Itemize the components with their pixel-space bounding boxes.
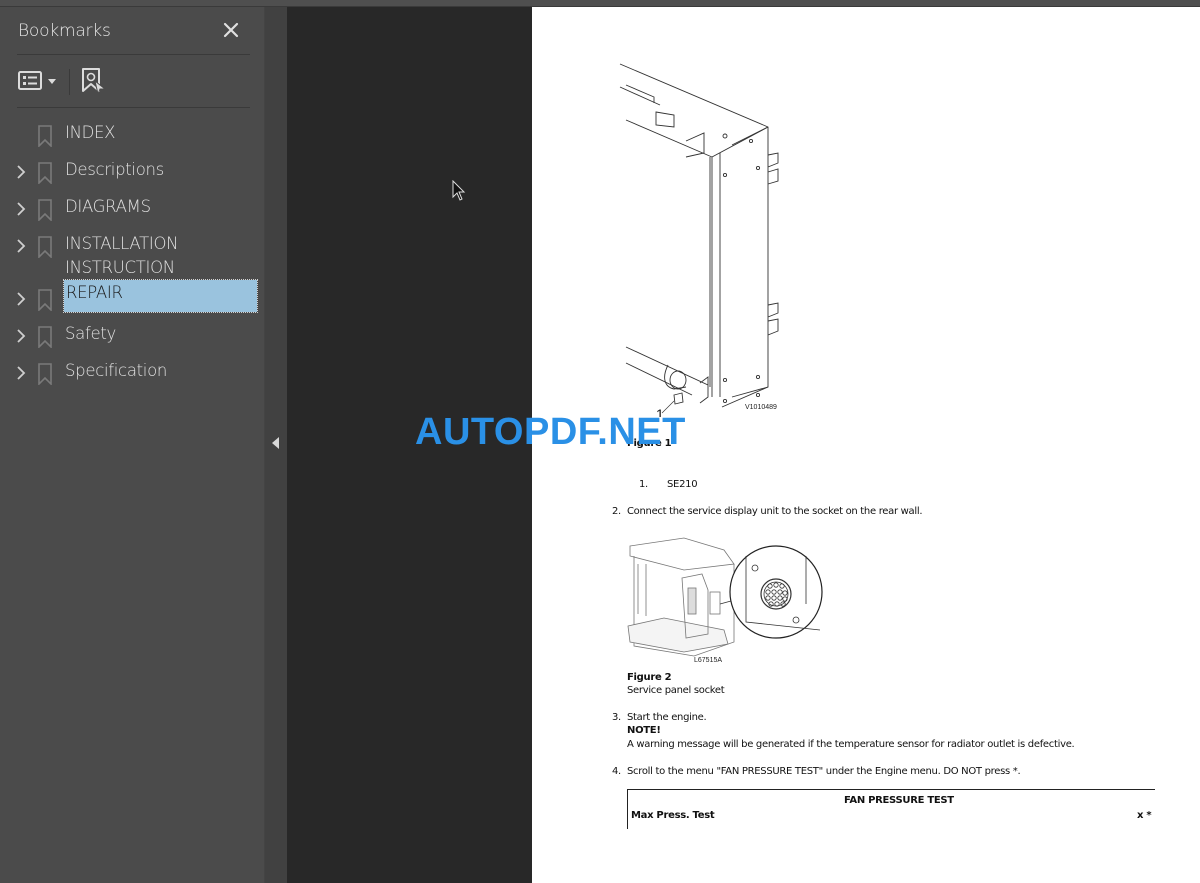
note-label: NOTE! bbox=[627, 725, 661, 736]
bookmark-icon bbox=[38, 199, 52, 222]
bookmark-icon bbox=[38, 162, 52, 185]
bookmark-label: Safety bbox=[65, 324, 116, 343]
step-text: Connect the service display unit to the … bbox=[627, 506, 923, 517]
toolbar-separator bbox=[69, 69, 70, 95]
figure-2-illustration: L67515A bbox=[627, 537, 823, 662]
bookmark-icon bbox=[38, 125, 52, 148]
bookmark-item-diagrams[interactable]: DIAGRAMS bbox=[0, 191, 265, 228]
step-number: 4. bbox=[612, 766, 621, 777]
bookmark-label: Descriptions bbox=[65, 160, 164, 179]
divider bbox=[17, 107, 250, 108]
bookmark-label: REPAIR bbox=[63, 279, 258, 313]
bookmark-item-safety[interactable]: Safety bbox=[0, 318, 265, 355]
bookmark-item-installation-instruction[interactable]: INSTALLATION INSTRUCTION bbox=[0, 228, 265, 281]
chevron-right-icon[interactable] bbox=[14, 291, 28, 307]
bookmark-label: INDEX bbox=[65, 123, 116, 142]
chevron-right-icon[interactable] bbox=[14, 365, 28, 381]
bookmark-item-specification[interactable]: Specification bbox=[0, 355, 265, 392]
top-toolbar-edge bbox=[0, 0, 1200, 7]
bookmark-icon bbox=[38, 236, 52, 259]
figure-1-illustration: 1 V1010489 bbox=[619, 63, 779, 417]
figure-1-code: V1010489 bbox=[745, 404, 777, 411]
bookmark-label: Specification bbox=[65, 361, 168, 380]
mouse-cursor-icon bbox=[452, 180, 466, 201]
bookmark-label-line: INSTRUCTION bbox=[65, 258, 175, 277]
bookmark-list: INDEX Descriptions DIAGRAMS INSTALLATION… bbox=[0, 117, 265, 392]
display-menu-table: FAN PRESSURE TEST Max Press. Test x * bbox=[627, 789, 1155, 829]
step-number: 2. bbox=[612, 506, 621, 517]
chevron-right-icon[interactable] bbox=[14, 201, 28, 217]
chevron-right-icon[interactable] bbox=[14, 164, 28, 180]
find-current-bookmark-button[interactable] bbox=[79, 67, 109, 96]
step-number: 3. bbox=[612, 712, 621, 723]
divider bbox=[17, 54, 250, 55]
collapse-panel-button[interactable] bbox=[265, 7, 287, 883]
bookmark-label: DIAGRAMS bbox=[65, 197, 151, 216]
bookmark-icon bbox=[38, 326, 52, 349]
collapse-left-icon bbox=[272, 437, 279, 449]
list-options-icon bbox=[17, 71, 61, 99]
chevron-right-icon[interactable] bbox=[14, 328, 28, 344]
step-text: Start the engine. bbox=[627, 712, 707, 723]
bookmark-icon bbox=[38, 289, 52, 312]
bookmarks-panel: Bookmarks INDEX Descriptions DIAGRAMS IN… bbox=[0, 7, 265, 883]
display-menu-row-label: Max Press. Test bbox=[631, 810, 715, 821]
options-menu-button[interactable] bbox=[17, 67, 61, 95]
figure-2-caption: Figure 2 bbox=[627, 672, 672, 683]
display-menu-row-value: x * bbox=[1137, 810, 1152, 821]
display-menu-title: FAN PRESSURE TEST bbox=[844, 795, 954, 806]
bookmark-label-line: INSTALLATION bbox=[65, 234, 179, 253]
bookmark-icon bbox=[38, 363, 52, 386]
bookmark-item-index[interactable]: INDEX bbox=[0, 117, 265, 154]
step-text: Scroll to the menu "FAN PRESSURE TEST" u… bbox=[627, 766, 1021, 777]
watermark-text: AUTOPDF.NET bbox=[415, 411, 686, 453]
bookmark-item-repair[interactable]: REPAIR bbox=[0, 279, 265, 318]
bookmark-label: INSTALLATION INSTRUCTION bbox=[65, 232, 179, 280]
note-text: A warning message will be generated if t… bbox=[627, 739, 1075, 750]
figure-2-subtitle: Service panel socket bbox=[627, 685, 725, 696]
bookmark-item-descriptions[interactable]: Descriptions bbox=[0, 154, 265, 191]
figure-2-code: L67515A bbox=[694, 657, 722, 662]
close-icon[interactable] bbox=[220, 19, 242, 41]
figure-1-legend-number: 1. bbox=[639, 479, 648, 490]
chevron-right-icon[interactable] bbox=[14, 238, 28, 254]
figure-1-legend-text: SE210 bbox=[667, 479, 698, 490]
find-current-bookmark-icon bbox=[79, 68, 109, 101]
panel-title: Bookmarks bbox=[18, 21, 111, 41]
